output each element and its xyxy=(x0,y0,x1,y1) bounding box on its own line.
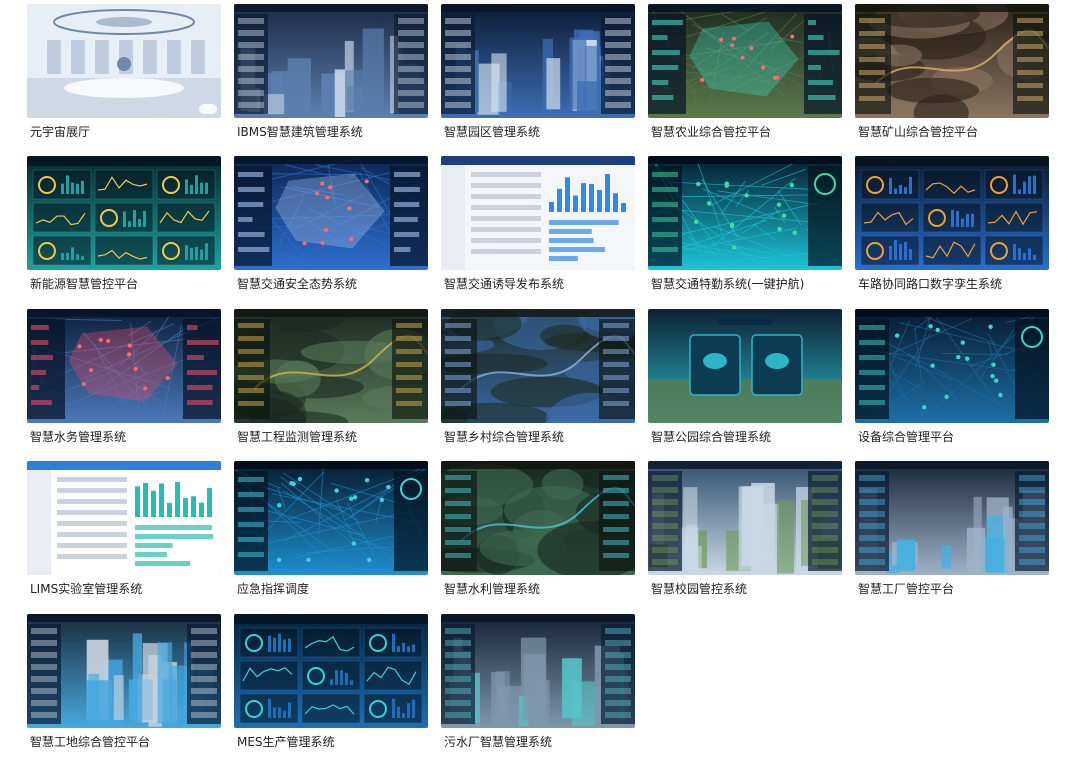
project-caption: 智慧交通诱导发布系统 xyxy=(444,277,565,292)
project-caption: IBMS智慧建筑管理系统 xyxy=(237,125,363,139)
project-thumbnail[interactable] xyxy=(648,308,842,423)
project-thumbnail[interactable] xyxy=(27,613,221,728)
project-thumbnail[interactable] xyxy=(855,4,1049,118)
project-thumbnail[interactable] xyxy=(27,156,221,271)
project-caption: 智慧农业综合管控平台 xyxy=(651,125,772,139)
project-caption: 应急指挥调度 xyxy=(237,582,310,597)
project-card[interactable]: 车路协同路口数字孪生系统 xyxy=(855,156,1049,308)
project-card[interactable]: 新能源智慧管控平台 xyxy=(27,156,221,308)
toggle-icon[interactable] xyxy=(199,104,217,114)
project-card[interactable]: MES生产管理系统 xyxy=(234,613,428,766)
project-thumbnail[interactable] xyxy=(27,4,221,118)
project-caption: MES生产管理系统 xyxy=(237,734,335,749)
project-gallery: 元宇宙展厅 IBMS智慧建筑管理系统 智慧园区管理系统 智慧农业综合管控平台 智慧矿山综… xyxy=(27,4,1049,766)
project-caption: 智慧乡村综合管理系统 xyxy=(444,429,565,444)
project-card[interactable]: 智慧校园管控系统 xyxy=(648,461,842,613)
project-caption: 新能源智慧管控平台 xyxy=(30,277,139,292)
project-thumbnail[interactable] xyxy=(648,156,842,271)
project-caption: 智慧水务管理系统 xyxy=(30,429,127,444)
project-caption: 智慧矿山综合管控平台 xyxy=(858,125,979,139)
project-caption: 智慧水利管理系统 xyxy=(444,582,541,597)
project-card[interactable]: 设备综合管理平台 xyxy=(855,308,1049,461)
project-card[interactable]: 智慧交通安全态势系统 xyxy=(234,156,428,308)
project-thumbnail[interactable] xyxy=(648,4,842,118)
project-thumbnail[interactable] xyxy=(27,461,221,576)
project-thumbnail[interactable] xyxy=(234,4,428,118)
project-card[interactable]: 智慧交通特勤系统(一键护航) xyxy=(648,156,842,308)
project-caption: 智慧工厂管控平台 xyxy=(858,582,955,597)
project-thumbnail[interactable] xyxy=(234,613,428,728)
project-thumbnail[interactable] xyxy=(441,461,635,576)
project-caption: 智慧工地综合管控平台 xyxy=(30,734,151,749)
project-thumbnail[interactable] xyxy=(855,156,1049,271)
project-thumbnail[interactable] xyxy=(441,308,635,423)
project-card[interactable]: 智慧水利管理系统 xyxy=(441,461,635,613)
project-caption: 智慧校园管控系统 xyxy=(651,582,748,597)
project-card[interactable]: 智慧公园综合管理系统 xyxy=(648,308,842,461)
project-caption: 智慧园区管理系统 xyxy=(444,125,541,139)
project-thumbnail[interactable] xyxy=(27,308,221,423)
project-thumbnail[interactable] xyxy=(441,156,635,271)
project-caption: 智慧工程监测管理系统 xyxy=(237,429,358,444)
project-caption: 污水厂智慧管理系统 xyxy=(444,734,553,749)
project-caption: LIMS实验室管理系统 xyxy=(30,582,143,597)
project-card[interactable]: 污水厂智慧管理系统 xyxy=(441,613,635,766)
project-card[interactable]: IBMS智慧建筑管理系统 xyxy=(234,4,428,156)
project-card[interactable]: 智慧工地综合管控平台 xyxy=(27,613,221,766)
project-caption: 智慧公园综合管理系统 xyxy=(651,429,772,444)
project-thumbnail[interactable] xyxy=(234,308,428,423)
project-card[interactable]: 智慧交通诱导发布系统 xyxy=(441,156,635,308)
project-thumbnail[interactable] xyxy=(648,461,842,576)
project-thumbnail[interactable] xyxy=(441,613,635,728)
project-card[interactable]: 元宇宙展厅 xyxy=(27,4,221,156)
project-caption: 智慧交通安全态势系统 xyxy=(237,277,358,292)
project-card[interactable]: LIMS实验室管理系统 xyxy=(27,461,221,613)
project-card[interactable]: 应急指挥调度 xyxy=(234,461,428,613)
project-thumbnail[interactable] xyxy=(234,156,428,271)
project-card[interactable]: 智慧乡村综合管理系统 xyxy=(441,308,635,461)
project-card[interactable]: 智慧水务管理系统 xyxy=(27,308,221,461)
project-thumbnail[interactable] xyxy=(855,461,1049,576)
project-caption: 设备综合管理平台 xyxy=(858,429,955,444)
project-thumbnail[interactable] xyxy=(855,308,1049,423)
project-thumbnail[interactable] xyxy=(234,461,428,576)
project-thumbnail[interactable] xyxy=(441,4,635,118)
project-card[interactable]: 智慧园区管理系统 xyxy=(441,4,635,156)
project-card[interactable]: 智慧工厂管控平台 xyxy=(855,461,1049,613)
project-caption: 车路协同路口数字孪生系统 xyxy=(858,277,1003,292)
project-card[interactable]: 智慧矿山综合管控平台 xyxy=(855,4,1049,156)
project-card[interactable]: 智慧工程监测管理系统 xyxy=(234,308,428,461)
project-caption: 元宇宙展厅 xyxy=(30,125,91,139)
project-caption: 智慧交通特勤系统(一键护航) xyxy=(651,277,805,292)
project-card[interactable]: 智慧农业综合管控平台 xyxy=(648,4,842,156)
